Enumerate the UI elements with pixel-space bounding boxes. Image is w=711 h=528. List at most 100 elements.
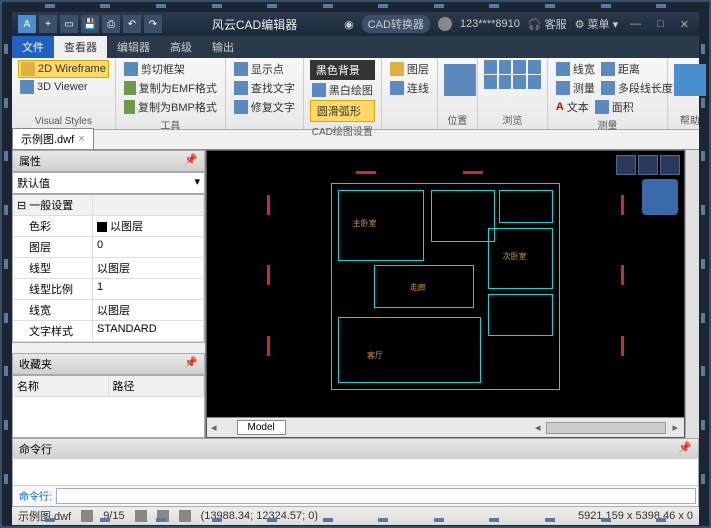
floorplan: 主卧室 次卧室 走廊 客厅 xyxy=(267,171,624,407)
tab-viewer[interactable]: 查看器 xyxy=(54,36,107,58)
area-button[interactable]: 面积 xyxy=(593,98,636,116)
copy-icon xyxy=(124,100,135,114)
user-label: 123****8910 xyxy=(460,18,520,30)
zoom-window-icon[interactable] xyxy=(528,60,541,74)
wireframe-icon xyxy=(21,62,35,76)
distance-button[interactable]: 距离 xyxy=(599,60,642,78)
app-title: 风云CAD编辑器 xyxy=(165,16,344,33)
measure-icon xyxy=(556,81,570,95)
compass-icon[interactable] xyxy=(642,179,678,215)
redo-icon[interactable]: ↷ xyxy=(144,15,162,33)
canvas-tool-maximize[interactable] xyxy=(638,155,658,175)
close-tab-icon[interactable]: × xyxy=(78,133,84,145)
save-icon[interactable]: 💾 xyxy=(81,15,99,33)
group-general[interactable]: ⊟ 一般设置 xyxy=(13,195,93,215)
chevron-down-icon: ▾ xyxy=(194,175,200,191)
favorites-header[interactable]: 收藏夹📌 xyxy=(12,353,205,375)
converter-link[interactable]: CAD转换器 xyxy=(362,15,430,33)
table-row[interactable]: 线宽以图层 xyxy=(13,300,204,321)
properties-header[interactable]: 属性📌 xyxy=(12,150,205,172)
avatar-icon[interactable] xyxy=(438,17,452,31)
left-panel: 属性📌 默认值▾ ⊟ 一般设置 色彩以图层 图层0 线型以图层 线型比例1 线宽… xyxy=(12,150,206,438)
3d-viewer-button[interactable]: 3D Viewer xyxy=(18,79,109,95)
measure-button[interactable]: 测量 xyxy=(554,79,597,97)
area-icon xyxy=(595,100,609,114)
lineseg-button[interactable]: 连线 xyxy=(388,79,431,97)
polylen-button[interactable]: 多段线长度 xyxy=(599,79,675,97)
position-icon[interactable] xyxy=(444,64,476,96)
command-input[interactable] xyxy=(56,488,696,504)
app-logo[interactable]: A xyxy=(18,15,36,33)
copy-emf-button[interactable]: 复制为EMF格式 xyxy=(122,79,219,97)
hscrollbar[interactable] xyxy=(546,422,666,434)
pin-icon[interactable]: 📌 xyxy=(184,153,198,169)
copy-bmp-button[interactable]: 复制为BMP格式 xyxy=(122,98,219,116)
scissors-icon xyxy=(124,62,138,76)
titlebar: A + ▭ 💾 ⎙ ↶ ↷ 风云CAD编辑器 ◉CAD转换器 123****89… xyxy=(12,12,699,36)
file-tab[interactable]: 示例图.dwf× xyxy=(12,128,94,149)
ruler-icon xyxy=(601,62,615,76)
group-measure: 测量 xyxy=(554,116,661,132)
close-button[interactable]: ✕ xyxy=(676,18,693,31)
clip-frame-button[interactable]: 剪切框架 xyxy=(122,60,219,78)
linewidth-button[interactable]: 线宽 xyxy=(554,60,597,78)
table-row[interactable]: 线型比例1 xyxy=(13,279,204,300)
tab-prev-icon[interactable]: ◂ xyxy=(207,421,221,434)
model-tab[interactable]: Model xyxy=(237,420,286,435)
col-name: 名称 xyxy=(13,376,109,396)
edit-text-button[interactable]: 修复文字 xyxy=(232,98,297,116)
undo-icon[interactable]: ↶ xyxy=(123,15,141,33)
tab-advanced[interactable]: 高级 xyxy=(160,36,202,58)
layer-icon xyxy=(390,62,404,76)
pan-icon[interactable] xyxy=(484,75,497,89)
canvas-tool-close[interactable] xyxy=(660,155,680,175)
print-icon[interactable]: ⎙ xyxy=(102,15,120,33)
group-tools: 工具 xyxy=(122,116,219,132)
zoom-fit-icon[interactable] xyxy=(513,60,526,74)
tab-file[interactable]: 文件 xyxy=(12,36,54,58)
scroll-right-icon[interactable]: ▸ xyxy=(666,421,684,434)
table-row[interactable]: 文字样式STANDARD xyxy=(13,321,204,342)
table-row[interactable]: 色彩以图层 xyxy=(13,216,204,237)
scroll-left-icon[interactable]: ◂ xyxy=(529,421,547,434)
group-cad-settings: CAD绘图设置 xyxy=(310,122,375,138)
zoom-out-icon[interactable] xyxy=(499,60,512,74)
line-icon xyxy=(390,81,404,95)
show-points-button[interactable]: 显示点 xyxy=(232,60,297,78)
properties-table: ⊟ 一般设置 色彩以图层 图层0 线型以图层 线型比例1 线宽以图层 文字样式S… xyxy=(12,194,205,343)
menubar: 文件 查看器 编辑器 高级 输出 xyxy=(12,36,699,58)
menu-link[interactable]: ⚙ 菜单 ▾ xyxy=(575,16,619,32)
black-bg-button[interactable]: 黑色背景 xyxy=(310,60,375,80)
properties-selector[interactable]: 默认值▾ xyxy=(12,172,205,194)
new-icon[interactable]: + xyxy=(39,15,57,33)
smooth-arc-button[interactable]: 圆滑弧形 xyxy=(310,100,375,122)
fit-icon[interactable] xyxy=(513,75,526,89)
table-row[interactable]: 图层0 xyxy=(13,237,204,258)
group-position: 位置 xyxy=(444,111,471,127)
command-history[interactable] xyxy=(13,459,698,485)
bw-draw-button[interactable]: 黑白绘图 xyxy=(310,81,375,99)
zoom-in-icon[interactable] xyxy=(484,60,497,74)
col-path: 路径 xyxy=(109,376,205,396)
point-icon xyxy=(234,62,248,76)
text-tool-button[interactable]: A 文本 xyxy=(554,98,591,116)
table-row[interactable]: 线型以图层 xyxy=(13,258,204,279)
tab-editor[interactable]: 编辑器 xyxy=(107,36,160,58)
minimize-button[interactable]: — xyxy=(626,18,645,30)
find-text-button[interactable]: 查找文字 xyxy=(232,79,297,97)
2d-wireframe-button[interactable]: 2D Wireframe xyxy=(18,60,109,78)
maximize-button[interactable]: □ xyxy=(653,18,668,30)
vscrollbar[interactable] xyxy=(685,150,699,438)
tab-output[interactable]: 输出 xyxy=(202,36,244,58)
extent-icon[interactable] xyxy=(528,75,541,89)
service-link[interactable]: 🎧 客服 xyxy=(528,16,567,32)
drawing-canvas[interactable]: 主卧室 次卧室 走廊 客厅 ◂ Model ◂ ▸ xyxy=(206,150,685,438)
open-icon[interactable]: ▭ xyxy=(60,15,78,33)
group-visual-styles: Visual Styles xyxy=(18,115,109,127)
copy-icon xyxy=(124,81,136,95)
layer-button[interactable]: 图层 xyxy=(388,60,431,78)
command-prompt: 命令行: xyxy=(15,488,56,504)
pin-icon[interactable]: 📌 xyxy=(184,356,198,372)
pin-icon[interactable]: 📌 xyxy=(678,441,692,457)
rotate-icon[interactable] xyxy=(499,75,512,89)
